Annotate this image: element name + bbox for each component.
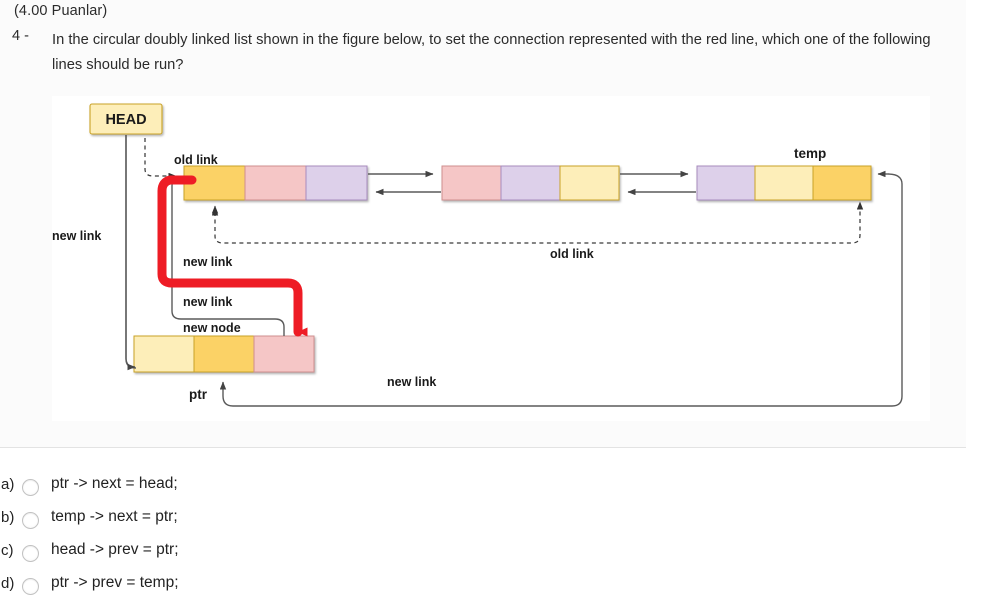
label-old-link-bottom: old link: [550, 247, 594, 261]
option-text-c[interactable]: head -> prev = ptr;: [51, 541, 179, 559]
answer-options: a) ptr -> next = head; b) temp -> next =…: [0, 470, 981, 602]
node-2: [441, 165, 620, 201]
option-text-b[interactable]: temp -> next = ptr;: [51, 508, 178, 526]
label-temp: temp: [794, 146, 826, 161]
label-new-node: new node: [183, 321, 241, 335]
option-letter-b: b): [1, 509, 15, 526]
label-old-link-head: old link: [174, 153, 218, 167]
label-new-link-red: new link: [183, 255, 232, 269]
option-row-c[interactable]: c) head -> prev = ptr;: [0, 536, 981, 569]
node-3-temp: [696, 165, 872, 201]
question-text: In the circular doubly linked list shown…: [52, 32, 931, 73]
option-letter-d: d): [1, 575, 15, 592]
option-letter-c: c): [1, 542, 14, 559]
option-radio-d[interactable]: [22, 578, 39, 595]
label-new-link-mid: new link: [183, 295, 232, 309]
question-number: 4 -: [12, 28, 29, 44]
option-letter-a: a): [1, 476, 15, 493]
option-row-d[interactable]: d) ptr -> prev = temp;: [0, 569, 981, 602]
label-new-link-left: new link: [52, 229, 101, 243]
linked-list-diagram: HEAD old link new link new link new link…: [52, 103, 903, 407]
option-row-b[interactable]: b) temp -> next = ptr;: [0, 503, 981, 536]
linked-list-figure: HEAD old link new link new link new link…: [52, 96, 930, 421]
node-1: [183, 165, 368, 201]
option-text-d[interactable]: ptr -> prev = temp;: [51, 574, 179, 592]
option-radio-c[interactable]: [22, 545, 39, 562]
option-radio-a[interactable]: [22, 479, 39, 496]
head-box-label: HEAD: [105, 112, 146, 128]
label-ptr: ptr: [189, 387, 208, 402]
head-box: HEAD: [89, 103, 163, 135]
new-node: [133, 335, 315, 373]
option-radio-b[interactable]: [22, 512, 39, 529]
option-row-a[interactable]: a) ptr -> next = head;: [0, 470, 981, 503]
option-text-a[interactable]: ptr -> next = head;: [51, 475, 178, 493]
label-new-link-bottom: new link: [387, 375, 436, 389]
points-label: (4.00 Puanlar): [14, 3, 108, 19]
question-panel: (4.00 Puanlar) 4 - In the circular doubl…: [0, 0, 966, 448]
